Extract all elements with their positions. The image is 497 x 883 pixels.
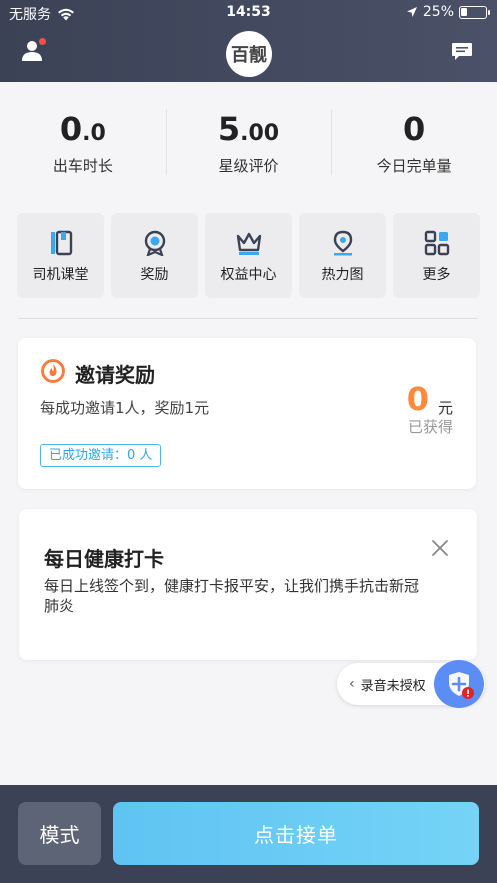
battery-percent: 25% xyxy=(422,4,454,20)
app-header: 无服务 14:53 25% 百靓 xyxy=(0,0,497,82)
chevron-left-icon: ‹ xyxy=(349,676,355,692)
stat-value: 0.0 xyxy=(59,110,106,148)
bottom-bar: 模式 点击接单 xyxy=(0,785,497,883)
user-profile-button[interactable] xyxy=(22,38,48,64)
accept-orders-button[interactable]: 点击接单 xyxy=(113,802,479,865)
stat-label: 出车时长 xyxy=(52,157,113,175)
tool-label: 更多 xyxy=(422,267,451,283)
earned-label: 已获得 xyxy=(407,418,453,436)
stat-value: 5.00 xyxy=(217,110,280,148)
health-description: 每日上线签个到，健康打卡报平安，让我们携手抗击新冠肺炎 xyxy=(44,577,420,615)
tool-label: 热力图 xyxy=(321,267,364,283)
medal-icon xyxy=(144,230,165,256)
recording-label: 录音未授权 xyxy=(360,678,426,694)
crown-icon xyxy=(236,232,261,255)
invite-reward-card[interactable]: 邀请奖励 每成功邀请1人，奖励1元 0 元 已获得 已成功邀请：0 人 xyxy=(18,338,476,489)
location-pin-icon xyxy=(333,230,352,256)
earned-unit: 元 xyxy=(437,399,453,417)
logo-text: 百靓 xyxy=(231,45,267,66)
status-right: 25% xyxy=(406,4,490,20)
health-checkin-card[interactable]: 每日健康打卡 每日上线签个到，健康打卡报平安，让我们携手抗击新冠肺炎 xyxy=(19,509,477,660)
messages-button[interactable] xyxy=(451,42,473,62)
book-icon xyxy=(50,230,72,256)
fire-icon xyxy=(41,359,65,383)
stat-label: 星级评价 xyxy=(218,157,279,175)
battery-fill xyxy=(461,7,467,16)
close-icon[interactable] xyxy=(431,539,449,557)
tool-heatmap[interactable]: 热力图 xyxy=(299,213,386,298)
grid-icon xyxy=(424,230,449,256)
notification-dot xyxy=(39,38,46,45)
section-divider xyxy=(18,318,478,319)
invite-title: 邀请奖励 xyxy=(75,363,155,387)
battery-icon xyxy=(459,5,490,19)
tool-label: 奖励 xyxy=(140,267,169,283)
status-bar: 无服务 14:53 25% xyxy=(0,0,497,26)
mode-button[interactable]: 模式 xyxy=(18,802,101,865)
location-arrow-icon xyxy=(406,7,417,17)
tool-rewards[interactable]: 奖励 xyxy=(111,213,198,298)
stat-rating[interactable]: 5.00 星级评价 xyxy=(165,95,332,185)
tool-benefits-center[interactable]: 权益中心 xyxy=(205,213,292,298)
tool-label: 权益中心 xyxy=(220,267,277,283)
stat-online-hours[interactable]: 0.0 出车时长 xyxy=(0,95,166,185)
health-title: 每日健康打卡 xyxy=(44,547,164,571)
stat-label: 今日完单量 xyxy=(376,157,452,175)
tool-more[interactable]: 更多 xyxy=(393,213,480,298)
invite-count-badge: 已成功邀请：0 人 xyxy=(40,444,162,467)
shield-icon xyxy=(449,672,474,699)
tools-grid: 司机课堂 奖励 权益中心 热力图 更多 xyxy=(17,213,480,298)
invite-description: 每成功邀请1人，奖励1元 xyxy=(40,399,210,417)
stat-orders-today[interactable]: 0 今日完单量 xyxy=(331,95,497,185)
tool-label: 司机课堂 xyxy=(32,267,89,283)
message-icon xyxy=(452,43,472,60)
app-logo: 百靓 xyxy=(226,31,272,77)
stats-row: 0.0 出车时长 5.00 星级评价 0 今日完单量 xyxy=(0,95,497,185)
stat-value: 0 xyxy=(403,110,426,148)
safety-shield-button[interactable] xyxy=(434,660,484,708)
earned-amount: 0 xyxy=(406,380,429,418)
tool-driver-class[interactable]: 司机课堂 xyxy=(17,213,104,298)
